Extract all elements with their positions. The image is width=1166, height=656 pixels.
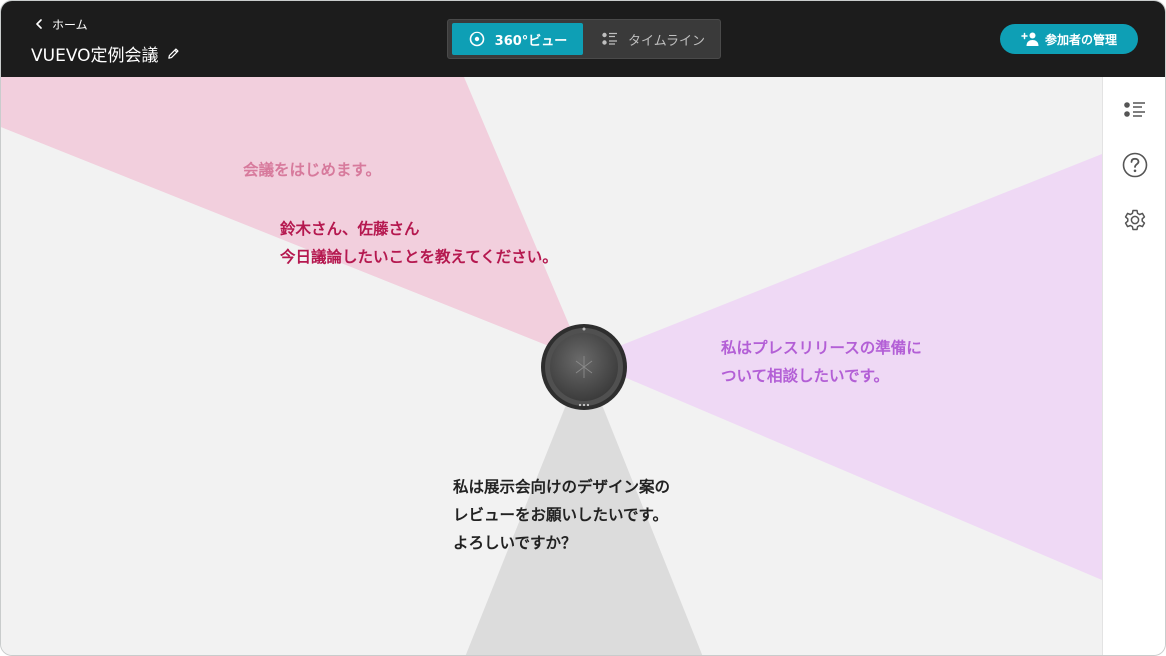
utterance-line: 私はプレスリリースの準備に	[721, 339, 922, 357]
list-view-icon	[1124, 102, 1145, 117]
meeting-title-text: VUEVO定例会議	[31, 45, 159, 66]
utterance-speaker-b: 私はプレスリリースの準備に ついて相談したいです。	[721, 334, 922, 390]
add-person-icon	[1021, 32, 1039, 46]
list-view-button[interactable]	[1122, 97, 1148, 123]
manage-participants-button[interactable]: 参加者の管理	[1000, 24, 1138, 54]
conference-device-icon	[541, 324, 627, 410]
help-icon	[1122, 152, 1148, 178]
back-home-label: ホーム	[52, 17, 88, 32]
360-view-icon	[469, 31, 484, 47]
settings-gear-icon	[1124, 209, 1146, 231]
top-header: ホーム VUEVO定例会議 360°ビュー タイムライン 参加者の管理	[1, 1, 1165, 77]
utterance-speaker-a-latest: 鈴木さん、佐藤さん 今日議論したいことを教えてください。	[280, 215, 558, 271]
timeline-list-icon	[602, 32, 617, 45]
chevron-left-icon	[36, 19, 42, 29]
360-view-canvas: 会議をはじめます。 鈴木さん、佐藤さん 今日議論したいことを教えてください。 私…	[1, 77, 1102, 655]
view-switch: 360°ビュー タイムライン	[447, 19, 721, 59]
tab-360-view-label: 360°ビュー	[494, 33, 568, 49]
help-button[interactable]	[1122, 152, 1148, 178]
utterance-line: よろしいですか？	[453, 534, 577, 552]
edit-pencil-icon[interactable]	[167, 47, 180, 60]
right-sidebar	[1102, 77, 1165, 655]
tab-360-view[interactable]: 360°ビュー	[452, 23, 583, 55]
utterance-line: 鈴木さん、佐藤さん	[280, 220, 420, 238]
utterance-line: 会議をはじめます。	[243, 161, 381, 179]
manage-participants-label: 参加者の管理	[1044, 32, 1117, 47]
tab-timeline-label: タイムライン	[627, 33, 706, 49]
utterance-line: ついて相談したいです。	[721, 367, 890, 385]
settings-button[interactable]	[1122, 207, 1148, 233]
app-window: ホーム VUEVO定例会議 360°ビュー タイムライン 参加者の管理 会議をは…	[0, 0, 1166, 656]
utterance-line: 私は展示会向けのデザイン案の	[453, 478, 671, 496]
utterance-speaker-c: 私は展示会向けのデザイン案の レビューをお願いしたいです。 よろしいですか？	[453, 473, 670, 557]
tab-timeline[interactable]: タイムライン	[588, 23, 718, 55]
utterance-line: 今日議論したいことを教えてください。	[280, 248, 558, 266]
meeting-title: VUEVO定例会議	[31, 41, 180, 66]
back-home-link[interactable]: ホーム	[34, 15, 88, 33]
utterance-speaker-a-previous: 会議をはじめます。	[243, 156, 381, 184]
utterance-line: レビューをお願いしたいです。	[453, 506, 668, 524]
